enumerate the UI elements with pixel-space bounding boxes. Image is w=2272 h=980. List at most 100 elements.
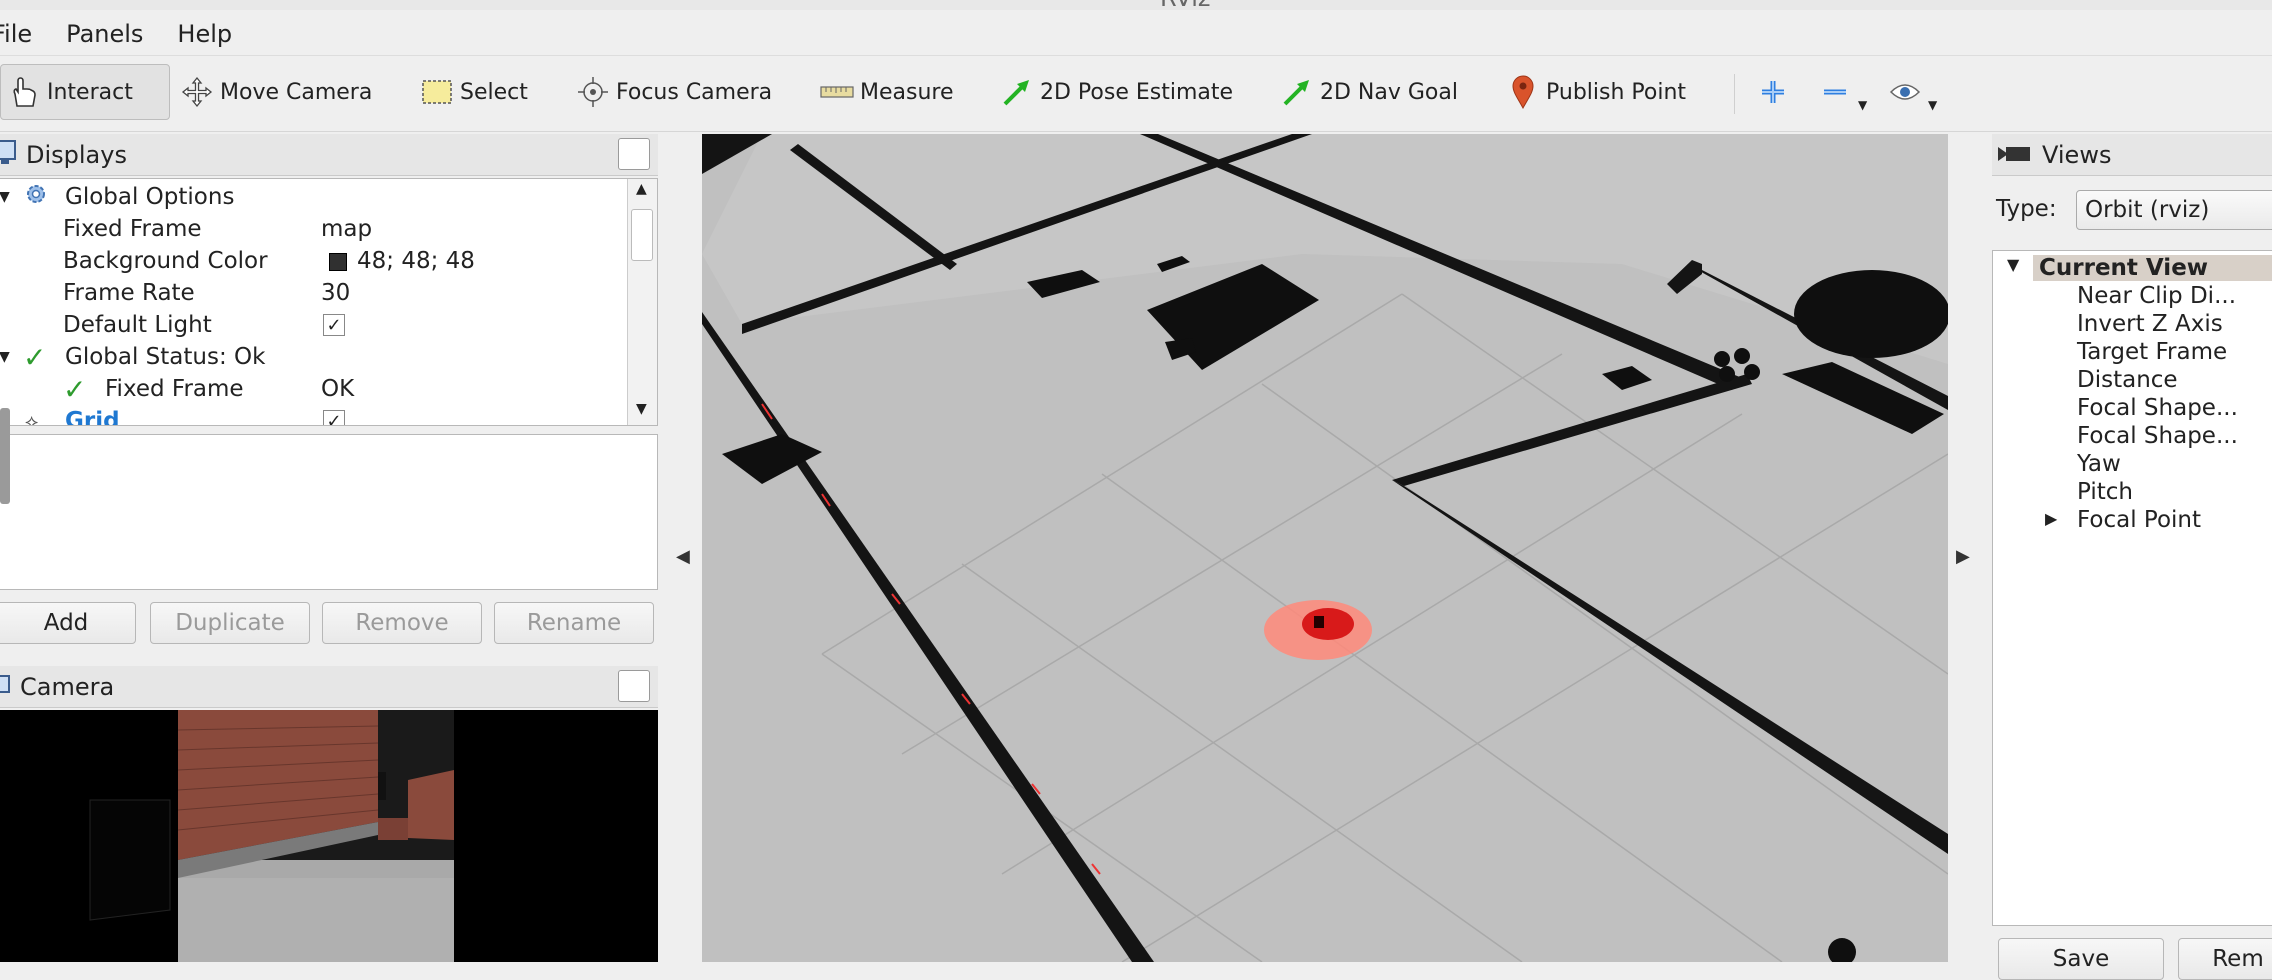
- menu-bar: File Panels Help: [0, 12, 2272, 56]
- focus-camera-label: Focus Camera: [616, 79, 773, 105]
- publish-point-label: Publish Point: [1546, 79, 1687, 105]
- displays-tree: ▼ Global Options Fixed Frame map Backgro…: [0, 178, 658, 426]
- default-light-checkbox[interactable]: ✓: [323, 314, 345, 336]
- video-camera-icon: [1998, 141, 2032, 169]
- focus-crosshair-icon: [576, 75, 610, 109]
- checkmark-icon: ✓: [23, 340, 47, 374]
- measure-button[interactable]: Measure: [820, 64, 954, 120]
- camera-icon: [0, 673, 10, 701]
- view-tool-button[interactable]: ▼: [1888, 64, 1937, 120]
- grid-checkbox[interactable]: ✓: [323, 410, 345, 425]
- view-prop-label[interactable]: Target Frame: [2077, 339, 2227, 365]
- rename-display-button[interactable]: Rename: [494, 602, 654, 644]
- scroll-up-icon[interactable]: ▲: [636, 181, 647, 197]
- expand-arrow-icon: ▼: [0, 349, 10, 365]
- tree-value: OK: [321, 376, 355, 402]
- view-prop-label[interactable]: Invert Z Axis: [2077, 311, 2223, 337]
- views-title: Views: [2042, 140, 2112, 169]
- dropdown-triangle-icon: ▼: [1858, 98, 1868, 112]
- minus-icon: [1818, 75, 1852, 109]
- camera-feed: [89, 710, 454, 962]
- tree-label: Global Options: [65, 184, 235, 210]
- tree-value[interactable]: 30: [321, 280, 350, 306]
- current-view-label[interactable]: Current View: [2039, 255, 2208, 281]
- tree-value[interactable]: map: [321, 216, 372, 242]
- map-render[interactable]: [702, 134, 1948, 962]
- view-prop-label[interactable]: Near Clip Di...: [2077, 283, 2236, 309]
- tree-label: Fixed Frame: [105, 376, 244, 402]
- dropdown-triangle-icon: ▼: [1928, 98, 1938, 112]
- move-camera-label: Move Camera: [220, 79, 373, 105]
- views-panel: Views Type: Orbit (rviz) ▼ Current View …: [1992, 134, 2272, 980]
- toolbar-separator: [1734, 74, 1735, 114]
- duplicate-display-button[interactable]: Duplicate: [150, 602, 310, 644]
- tree-label: Background Color: [63, 248, 268, 274]
- nav-goal-label: 2D Nav Goal: [1320, 79, 1458, 105]
- menu-help[interactable]: Help: [177, 20, 232, 48]
- tree-label: Fixed Frame: [63, 216, 202, 242]
- displays-title: Displays: [26, 140, 127, 169]
- display-description-area: [0, 434, 658, 590]
- tree-value[interactable]: 48; 48; 48: [357, 248, 475, 274]
- tree-scrollbar[interactable]: ▲ ▼: [627, 179, 657, 425]
- scroll-down-icon[interactable]: ▼: [636, 401, 647, 417]
- map-pin-icon: [1506, 75, 1540, 109]
- view-prop-label[interactable]: Focal Shape...: [2077, 395, 2238, 421]
- tree-label: Default Light: [63, 312, 212, 338]
- green-arrow-icon: [1280, 75, 1314, 109]
- render-viewport[interactable]: [702, 134, 1948, 962]
- camera-title: Camera: [20, 672, 115, 701]
- view-prop-label[interactable]: Distance: [2077, 367, 2178, 393]
- camera-float-checkbox[interactable]: [618, 670, 650, 702]
- collapse-arrow-icon[interactable]: ▶: [2045, 509, 2057, 528]
- publish-point-button[interactable]: Publish Point: [1506, 64, 1686, 120]
- expand-arrow-icon[interactable]: ▼: [2007, 255, 2019, 274]
- expand-arrow-icon: ▼: [0, 189, 10, 205]
- camera-panel-header: Camera: [0, 666, 658, 708]
- title-bar: RViz: [0, 0, 2272, 12]
- tree-label: Grid: [65, 408, 120, 426]
- menu-file[interactable]: File: [0, 20, 32, 48]
- eye-icon: [1888, 75, 1922, 109]
- select-label: Select: [460, 79, 528, 105]
- focus-camera-button[interactable]: Focus Camera: [576, 64, 772, 120]
- view-prop-label[interactable]: Focal Shape...: [2077, 423, 2238, 449]
- add-display-button[interactable]: Add: [0, 602, 136, 644]
- grid-icon: ⟡: [25, 409, 39, 426]
- measure-label: Measure: [860, 79, 954, 105]
- green-arrow-icon: [1000, 75, 1034, 109]
- select-box-icon: [420, 75, 454, 109]
- drag-handle[interactable]: [0, 408, 10, 504]
- pose-estimate-label: 2D Pose Estimate: [1040, 79, 1234, 105]
- add-tool-button[interactable]: [1756, 64, 1796, 120]
- collapse-right-icon[interactable]: ▶: [1956, 546, 1970, 567]
- color-swatch[interactable]: [329, 253, 347, 271]
- remove-view-button[interactable]: Rem: [2178, 938, 2272, 980]
- interact-label: Interact: [47, 79, 133, 105]
- remove-tool-button[interactable]: ▼: [1818, 64, 1867, 120]
- view-prop-label[interactable]: Yaw: [2077, 451, 2121, 477]
- scrollbar-thumb[interactable]: [631, 209, 653, 261]
- move-camera-button[interactable]: Move Camera: [180, 64, 372, 120]
- remove-display-button[interactable]: Remove: [322, 602, 482, 644]
- gear-icon: [23, 181, 49, 213]
- views-tree: ▼ Current View Near Clip Di... Invert Z …: [1992, 250, 2272, 926]
- menu-panels[interactable]: Panels: [66, 20, 143, 48]
- window-title: RViz: [1160, 0, 1211, 12]
- displays-float-checkbox[interactable]: [618, 138, 650, 170]
- view-type-select[interactable]: Orbit (rviz): [2076, 190, 2272, 230]
- plus-icon: [1756, 75, 1790, 109]
- collapse-left-icon[interactable]: ◀: [676, 546, 690, 567]
- robot-marker: [1264, 600, 1372, 660]
- views-type-label: Type:: [1996, 196, 2057, 222]
- view-prop-label[interactable]: Focal Point: [2077, 507, 2201, 533]
- hand-pointer-icon: [7, 75, 41, 109]
- nav-goal-button[interactable]: 2D Nav Goal: [1280, 64, 1458, 120]
- select-button[interactable]: Select: [420, 64, 528, 120]
- pose-estimate-button[interactable]: 2D Pose Estimate: [1000, 64, 1233, 120]
- save-view-button[interactable]: Save: [1998, 938, 2164, 980]
- ruler-icon: [820, 75, 854, 109]
- monitor-icon: [0, 139, 16, 171]
- view-prop-label[interactable]: Pitch: [2077, 479, 2133, 505]
- interact-tool-button[interactable]: Interact: [0, 64, 170, 120]
